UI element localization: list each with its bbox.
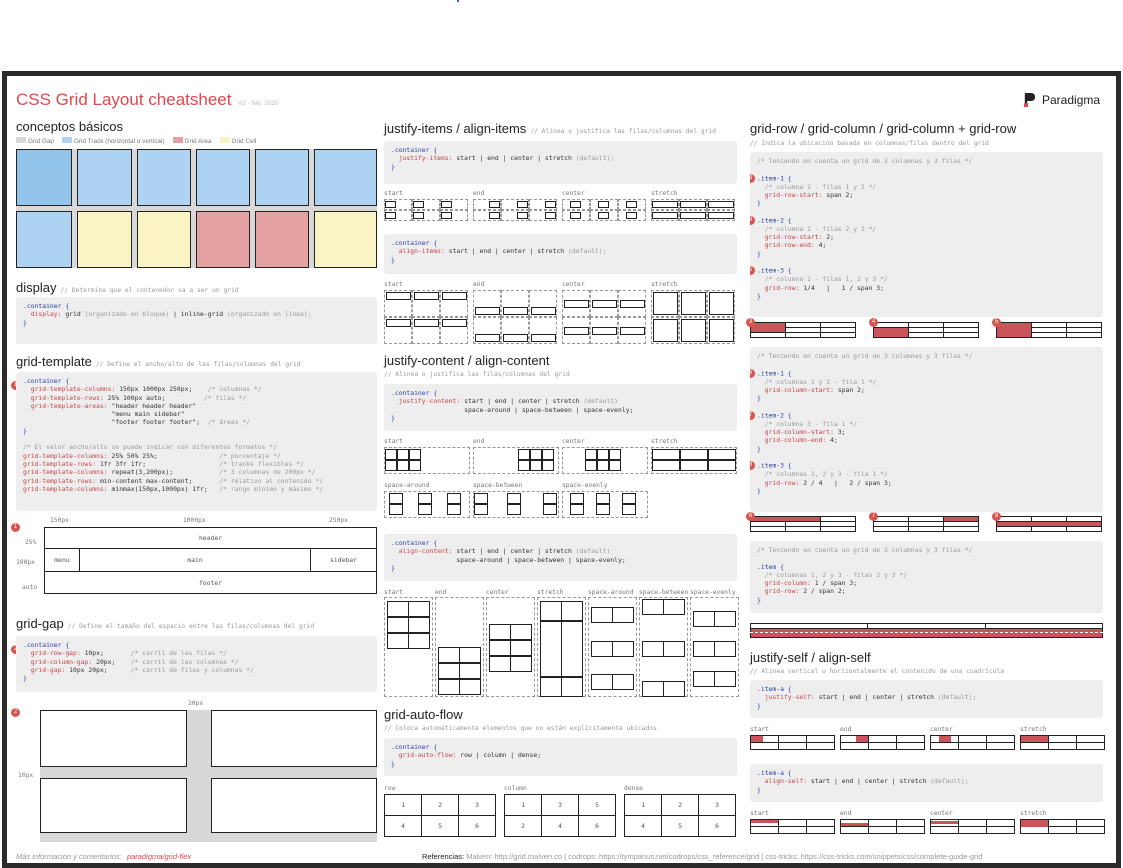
grid-column-code: /* Teniendo en cuenta un grid de 3 colum… (750, 347, 1103, 512)
flow-cell: 3 (698, 794, 736, 816)
flow-cell: 5 (578, 794, 616, 816)
align-content-diagram: start end center stretch space-around space-b… (384, 589, 739, 697)
justify-self-title: justify-self / align-self (750, 650, 871, 665)
footer-more: Más información y comentarios: paradigma… (16, 852, 192, 861)
ji-label: stretch (651, 190, 678, 197)
justify-items-title: justify-items / align-items// Alinea o j… (384, 121, 717, 136)
align-content-code: .container { align-content: start | end … (384, 534, 737, 581)
flow-cell: 6 (458, 815, 496, 837)
flow-cell: 1 (384, 794, 422, 816)
area-header: header (44, 527, 377, 549)
area-main: main (79, 548, 311, 572)
flow-cell: 1 (624, 794, 662, 816)
col-label-2: 1000px (183, 517, 206, 524)
grid-row-code-1: /* Teniendo en cuenta un grid de 3 colum… (750, 152, 1103, 317)
auto-flow-code: .container { grid-auto-flow: row | colum… (384, 738, 737, 776)
justify-content-diagram: start end center stretch space-around space-b… (384, 438, 737, 520)
justify-items-diagram: start end center stretch (384, 190, 737, 226)
align-self-code: .item-a { align-self: start | end | cent… (750, 764, 1103, 802)
flow-cell: 1 (504, 794, 542, 816)
gap-title: grid-gap// Define el tamaño del espacio … (16, 616, 315, 631)
colgap-label: 20px (188, 700, 204, 707)
auto-flow-diagram: row 1 2 3 4 5 6 column 1 3 5 2 4 6 dense 1 2 3 4 5 6 (384, 785, 737, 843)
flow-cell: 3 (541, 794, 579, 816)
justify-content-code: .container { justify-content: start | en… (384, 384, 737, 431)
display-code: .container { display: grid (organizado e… (16, 297, 377, 344)
row-label-2: 100px (16, 559, 35, 566)
legend-track: Grid Track (horizontal o vertical) (61, 137, 165, 145)
template-diagram: 150px 1000px 250px 25% 100px auto header… (16, 517, 377, 594)
auto-flow-title: grid-auto-flow (384, 707, 463, 722)
ji-label: start (384, 190, 403, 197)
flow-cell: 6 (698, 815, 736, 837)
top-dot (457, 0, 459, 2)
basics-legend: Grid Gap Grid Track (horizontal o vertic… (16, 137, 256, 145)
ji-label: center (562, 190, 585, 197)
align-items-diagram: start end center stretch (384, 281, 737, 344)
area-sidebar: sidebar (310, 548, 377, 572)
legend-gap: Grid Gap (16, 137, 54, 145)
area-footer: footer (44, 571, 377, 594)
flow-cell: 4 (384, 815, 422, 837)
flow-cell: 5 (661, 815, 699, 837)
flow-cell: 3 (458, 794, 496, 816)
gap-code: .container { grid-row-gap: 10px; /* carr… (16, 636, 377, 692)
grid-combo-code: /* Teniendo en cuenta un grid de 3 colum… (750, 541, 1103, 613)
grid-combo-diagram (750, 623, 1103, 638)
flow-cell: 5 (421, 815, 459, 837)
paradigma-logo-icon (1024, 93, 1035, 107)
area-menu: menu (44, 548, 80, 572)
title-text: CSS Grid Layout cheatsheet (16, 90, 232, 109)
align-items-code: .container { align-items: start | end | … (384, 234, 737, 274)
justify-items-code: .container { justify-items: start | end … (384, 141, 737, 184)
page-title: CSS Grid Layout cheatsheet V2 - feb. 202… (16, 90, 279, 110)
row-label-3: auto (22, 584, 38, 591)
flow-cell: 4 (541, 815, 579, 837)
grid-row-diagram-1: 345 (746, 318, 1103, 342)
version-text: V2 - feb. 2020 (237, 100, 279, 107)
justify-self-comment: // Alinea vertical u horizontalmente el … (750, 668, 1005, 675)
flow-cell: 2 (421, 794, 459, 816)
footer-link[interactable]: paradigma/grid-flex (127, 852, 191, 861)
flow-cell: 6 (578, 815, 616, 837)
basics-diagram (16, 149, 377, 268)
justify-self-code: .item-a { justify-self: start | end | ce… (750, 680, 1103, 718)
auto-flow-comment: // Coloca automáticamente elementos que … (384, 725, 657, 732)
template-code: .container { grid-template-columns: 150p… (16, 372, 377, 511)
rowgap-label: 10px (18, 772, 34, 779)
flow-cell: 2 (661, 794, 699, 816)
cheatsheet: CSS Grid Layout cheatsheet V2 - feb. 202… (2, 71, 1121, 868)
col-label-1: 150px (50, 517, 69, 524)
flow-cell: 4 (624, 815, 662, 837)
gap-diagram: 20px 10px (16, 700, 377, 842)
brand-logo: Paradigma (1023, 92, 1100, 108)
footer-refs: Referencias: Malven: http://grid.malven.… (422, 852, 983, 861)
justify-content-comment: // Alinea o justifica las filas/columnas… (384, 371, 570, 378)
ji-label: end (473, 190, 485, 197)
template-title: grid-template// Define el ancho/alto de … (16, 354, 301, 369)
justify-self-diagram: start end center stretch (750, 726, 1105, 752)
basics-title: conceptos básicos (16, 119, 123, 134)
brand-name: Paradigma (1042, 93, 1101, 107)
grid-row-title: grid-row / grid-column / grid-column + g… (750, 121, 1017, 136)
legend-area: Grid Area (172, 137, 212, 145)
align-self-diagram: start end center stretch (750, 810, 1105, 836)
col-label-3: 250px (329, 517, 348, 524)
row-label-1: 25% (25, 539, 37, 546)
grid-column-diagram: 678 (746, 512, 1103, 536)
display-title: display// Determina que el contenedor va… (16, 280, 239, 295)
legend-cell: Grid Cell (219, 137, 256, 145)
grid-row-comment: // Indica la ubicación basada en columna… (750, 140, 989, 147)
justify-content-title: justify-content / align-content (384, 353, 550, 368)
flow-cell: 2 (504, 815, 542, 837)
